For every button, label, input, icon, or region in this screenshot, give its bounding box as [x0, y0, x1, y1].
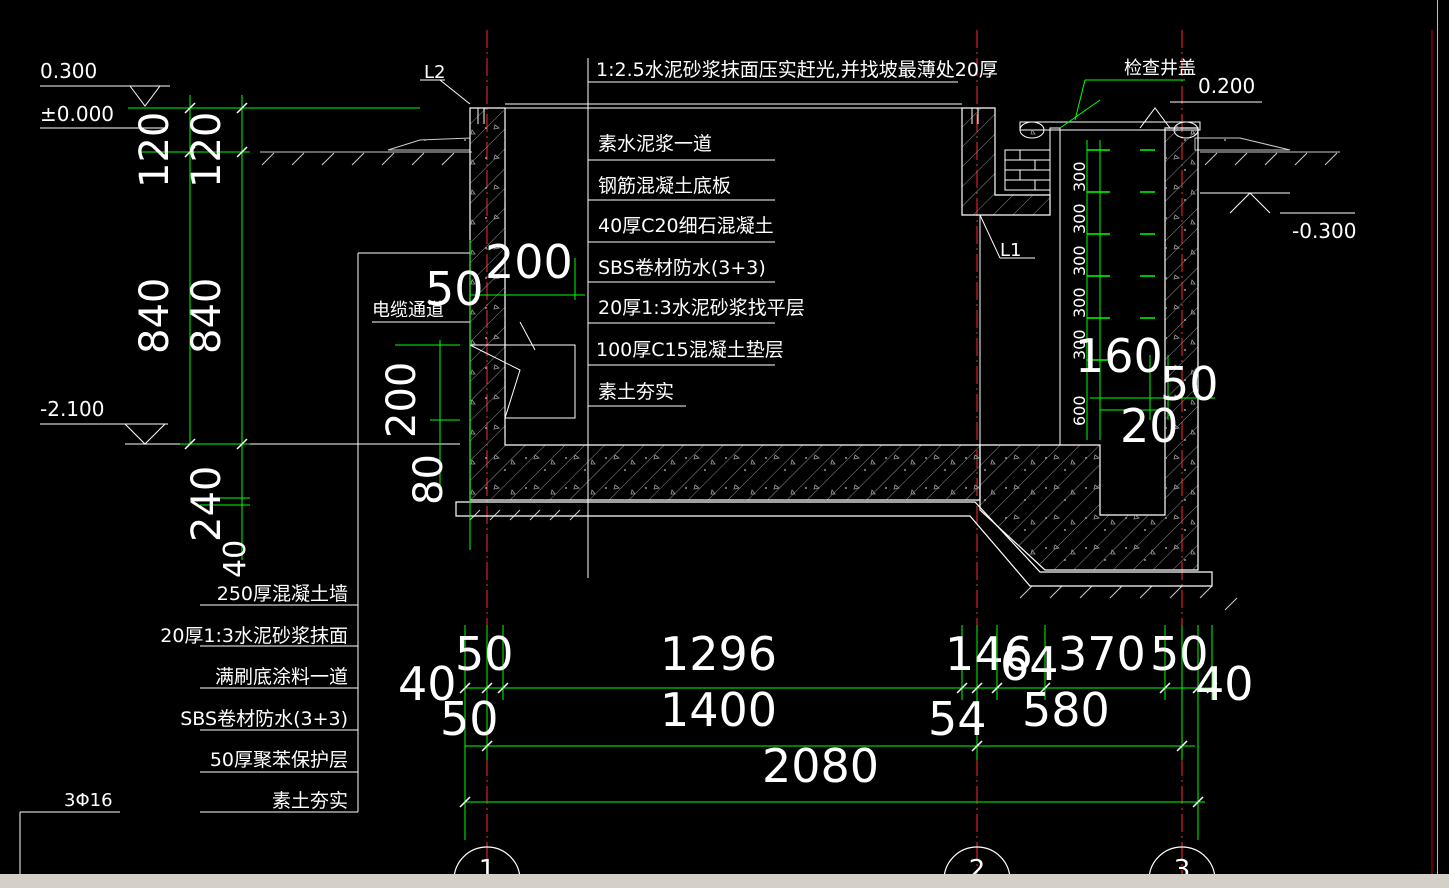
dim-text: 54 [928, 692, 987, 746]
dim-text: 240 [184, 466, 230, 542]
dim-text: 50 [455, 627, 514, 681]
dim-text: 840 [184, 278, 230, 354]
floor-layer: 100厚C15混凝土垫层 [596, 339, 784, 361]
dim-text: 80 [406, 454, 452, 505]
l2-label: L2 [424, 62, 445, 83]
cad-drawing-canvas[interactable]: 0.300 ±0.000 -2.100 0.200 -0.300 L2 L1 检… [0, 0, 1449, 888]
dim-text: 300 [1070, 287, 1089, 318]
elevation-label: 0.200 [1198, 74, 1255, 98]
dim-text: 200 [485, 235, 573, 289]
l1-label: L1 [1000, 240, 1021, 261]
dim-text: 120 [184, 112, 230, 188]
wall-layer: 20厚1:3水泥砂浆抹面 [160, 625, 348, 647]
floor-layer: 40厚C20细石混凝土 [598, 215, 774, 237]
floor-layer: 20厚1:3水泥砂浆找平层 [598, 297, 805, 319]
dim-text: 50 [425, 262, 484, 316]
dim-text: 200 [379, 362, 425, 438]
floor-layer: SBS卷材防水(3+3) [598, 257, 766, 279]
dim-text: 370 [1058, 627, 1146, 681]
floor-layer: 钢筋混凝土底板 [598, 175, 731, 197]
dim-text: 600 [1070, 395, 1089, 426]
rebar-label: 3Φ16 [64, 790, 113, 811]
dim-text: 1400 [660, 683, 777, 737]
dim-text: 40 [1195, 657, 1254, 711]
dim-text: 120 [132, 112, 178, 188]
elevation-label: -0.300 [1292, 219, 1356, 243]
dim-text: 1296 [660, 627, 777, 681]
gravel-strips [387, 137, 1291, 151]
status-bar [0, 874, 1449, 888]
floor-layer: 素土夯实 [598, 381, 674, 403]
dim-text: 300 [1070, 203, 1089, 234]
dim-text: 50 [440, 692, 499, 746]
wall-layer: SBS卷材防水(3+3) [180, 708, 348, 730]
floor-layer-list: 1:2.5水泥砂浆抹面压实赶光,并找坡最薄处20厚 素水泥浆一道 钢筋混凝土底板… [596, 59, 998, 403]
dim-text: 840 [132, 278, 178, 354]
elevation-label: -2.100 [40, 397, 104, 421]
dim-text: 2080 [762, 739, 879, 793]
wall-layer-list: 250厚混凝土墙 20厚1:3水泥砂浆抹面 满刷底涂料一道 SBS卷材防水(3+… [160, 583, 348, 812]
dim-text: 580 [1022, 683, 1110, 737]
dim-text: 20 [1120, 399, 1179, 453]
elevation-label: 0.300 [40, 59, 97, 83]
wall-layer: 250厚混凝土墙 [217, 583, 348, 605]
vertical-scrollbar[interactable] [1437, 0, 1449, 874]
floor-layer: 1:2.5水泥砂浆抹面压实赶光,并找坡最薄处20厚 [596, 59, 998, 81]
wall-layer: 50厚聚苯保护层 [210, 749, 348, 771]
dim-text: 160 [1075, 329, 1163, 383]
wall-layer: 素土夯实 [272, 790, 348, 812]
dim-text: 40 [218, 540, 253, 578]
floor-layer: 素水泥浆一道 [598, 133, 712, 155]
manhole-cover-label: 检查井盖 [1124, 58, 1196, 79]
elevation-label: ±0.000 [40, 102, 114, 126]
wall-layer: 满刷底涂料一道 [215, 666, 348, 688]
horizontal-dimension-text: 50 200 40 50 50 1296 1400 146 64 370 50 … [398, 235, 1254, 793]
dim-text: 300 [1070, 161, 1089, 192]
dim-text: 300 [1070, 245, 1089, 276]
